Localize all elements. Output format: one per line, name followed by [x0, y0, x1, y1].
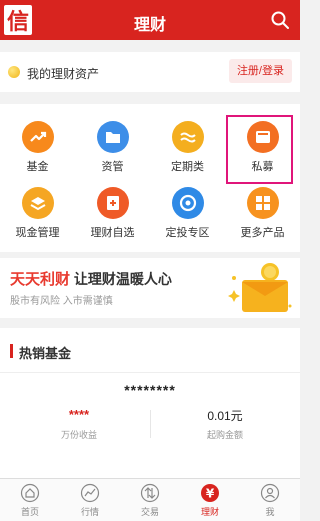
- fund-min-amount: 0.01元: [207, 409, 243, 423]
- market-icon: [80, 483, 100, 503]
- grid-item-label: 更多产品: [240, 227, 285, 239]
- tab-home[interactable]: 首页: [0, 483, 60, 518]
- coin-icon: [8, 66, 20, 78]
- tab-wealth[interactable]: ¥ 理财: [180, 483, 240, 518]
- grid-item-watchlist[interactable]: 理财自选: [75, 187, 150, 240]
- tab-label: 理财: [200, 507, 219, 517]
- grid-item-regular-investment[interactable]: 定投专区: [150, 187, 225, 240]
- tab-market[interactable]: 行情: [60, 483, 120, 518]
- banner-title: 天天利财 让理财温暖人心: [10, 268, 172, 289]
- home-icon: [20, 483, 40, 503]
- tab-label: 首页: [20, 507, 39, 517]
- section-title: 热销基金: [19, 346, 72, 361]
- fund-min-label: 起购金额: [206, 430, 243, 440]
- grid-item-label: 基金: [26, 161, 49, 173]
- add-favorite-icon: [96, 187, 129, 219]
- grid-item-label: 理财自选: [90, 227, 135, 239]
- folder-icon: [96, 121, 129, 153]
- svg-text:¥: ¥: [206, 487, 215, 501]
- trend-up-icon: [21, 121, 54, 153]
- my-assets-row[interactable]: 我的理财资产 注册/登录: [0, 52, 300, 92]
- grid-item-label: 定投专区: [165, 227, 210, 239]
- grid-item-label: 定期类: [171, 161, 204, 173]
- bottom-tab-bar: 首页 行情 交易 ¥ 理财 我: [0, 478, 300, 521]
- tab-label: 我: [265, 507, 275, 517]
- banner-title-rest: 让理财温暖人心: [73, 271, 172, 287]
- hot-funds-section: 热销基金 ******** **** 万份收益 0.01元 起购金额: [0, 328, 300, 478]
- banner-title-highlight: 天天利财: [10, 271, 71, 288]
- wave-icon: [171, 121, 204, 153]
- grid-item-label: 资管: [101, 161, 124, 173]
- divider: [150, 410, 151, 438]
- fund-name[interactable]: ********: [0, 382, 300, 398]
- user-icon: [260, 483, 280, 503]
- divider: [0, 372, 300, 373]
- tab-label: 行情: [80, 507, 99, 517]
- trade-icon: [140, 483, 160, 503]
- grid-item-cash-management[interactable]: 现金管理: [0, 187, 75, 240]
- app-header: 信 理财: [0, 0, 300, 40]
- tab-trade[interactable]: 交易: [120, 483, 180, 518]
- banner-subtitle: 股市有风险 入市需谨慎: [10, 296, 113, 307]
- highlight-box: [226, 115, 293, 184]
- grid-item-asset-management[interactable]: 资管: [75, 121, 150, 174]
- gift-envelope-illustration: [226, 262, 294, 316]
- grid-item-fixed-term[interactable]: 定期类: [150, 121, 225, 174]
- cash-stack-icon: [21, 187, 54, 219]
- my-assets-label: 我的理财资产: [27, 67, 100, 81]
- target-icon: [171, 187, 204, 219]
- grid-item-label: 现金管理: [15, 227, 60, 239]
- promo-banner[interactable]: 天天利财 让理财温暖人心 股市有风险 入市需谨慎: [0, 258, 300, 318]
- register-login-button[interactable]: 注册/登录: [228, 59, 292, 83]
- wealth-icon: ¥: [200, 483, 220, 503]
- search-icon[interactable]: [270, 10, 290, 30]
- section-accent-bar: [10, 344, 13, 358]
- page-title: 理财: [133, 17, 166, 34]
- tab-me[interactable]: 我: [240, 483, 300, 518]
- fund-yield-label: 万份收益: [60, 430, 97, 440]
- grid-more-icon: [246, 187, 279, 219]
- grid-item-more-products[interactable]: 更多产品: [225, 187, 300, 240]
- grid-item-fund[interactable]: 基金: [0, 121, 75, 174]
- fund-yield-value: ****: [68, 407, 90, 422]
- tab-label: 交易: [140, 507, 159, 517]
